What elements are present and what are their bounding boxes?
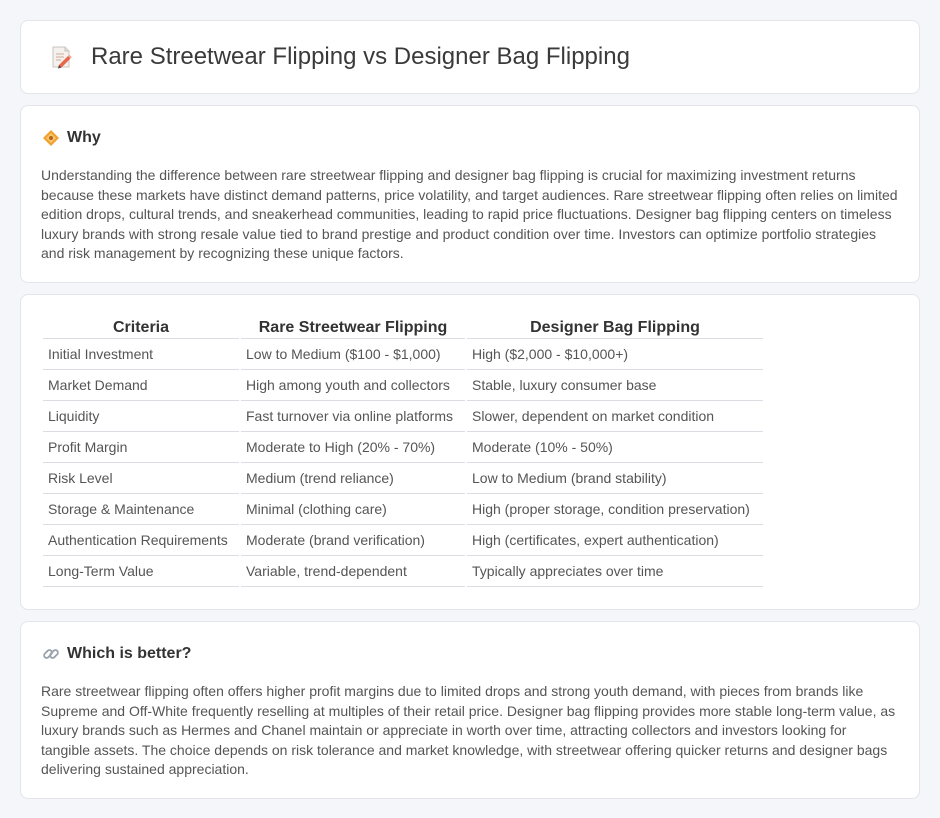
header-criteria: Criteria xyxy=(43,315,239,339)
why-section: Why Understanding the difference between… xyxy=(20,105,920,283)
criteria-cell: Risk Level xyxy=(43,463,239,494)
criteria-cell: Long-Term Value xyxy=(43,556,239,587)
streetwear-cell: Moderate to High (20% - 70%) xyxy=(241,432,465,463)
page-title: Rare Streetwear Flipping vs Designer Bag… xyxy=(91,43,630,70)
why-text: Understanding the difference between rar… xyxy=(41,167,898,262)
designer-bag-cell: Stable, luxury consumer base xyxy=(467,370,763,401)
designer-bag-cell: Typically appreciates over time xyxy=(467,556,763,587)
table-row: Long-Term Value Variable, trend-dependen… xyxy=(43,556,763,587)
why-header: Why xyxy=(41,128,899,148)
criteria-cell: Initial Investment xyxy=(43,339,239,370)
designer-bag-cell: Low to Medium (brand stability) xyxy=(467,463,763,494)
comparison-table: Criteria Rare Streetwear Flipping Design… xyxy=(41,315,765,587)
title-card: Rare Streetwear Flipping vs Designer Bag… xyxy=(20,20,920,94)
criteria-cell: Authentication Requirements xyxy=(43,525,239,556)
streetwear-cell: Medium (trend reliance) xyxy=(241,463,465,494)
designer-bag-cell: Moderate (10% - 50%) xyxy=(467,432,763,463)
streetwear-cell: Variable, trend-dependent xyxy=(241,556,465,587)
diamond-orange-icon xyxy=(41,128,61,148)
streetwear-cell: Moderate (brand verification) xyxy=(241,525,465,556)
designer-bag-cell: High ($2,000 - $10,000+) xyxy=(467,339,763,370)
why-title: Why xyxy=(67,129,101,146)
link-icon xyxy=(41,644,61,664)
header-designer-bag: Designer Bag Flipping xyxy=(467,315,763,339)
comparison-card: Criteria Rare Streetwear Flipping Design… xyxy=(20,294,920,610)
streetwear-cell: Low to Medium ($100 - $1,000) xyxy=(241,339,465,370)
designer-bag-cell: High (certificates, expert authenticatio… xyxy=(467,525,763,556)
table-row: Initial Investment Low to Medium ($100 -… xyxy=(43,339,763,370)
table-row: Liquidity Fast turnover via online platf… xyxy=(43,401,763,432)
designer-bag-cell: High (proper storage, condition preserva… xyxy=(467,494,763,525)
better-text: Rare streetwear flipping often offers hi… xyxy=(41,683,896,778)
table-row: Authentication Requirements Moderate (br… xyxy=(43,525,763,556)
criteria-cell: Market Demand xyxy=(43,370,239,401)
designer-bag-cell: Slower, dependent on market condition xyxy=(467,401,763,432)
criteria-cell: Profit Margin xyxy=(43,432,239,463)
table-row: Storage & Maintenance Minimal (clothing … xyxy=(43,494,763,525)
table-row: Profit Margin Moderate to High (20% - 70… xyxy=(43,432,763,463)
better-header: Which is better? xyxy=(41,644,899,664)
header-streetwear: Rare Streetwear Flipping xyxy=(241,315,465,339)
table-row: Risk Level Medium (trend reliance) Low t… xyxy=(43,463,763,494)
criteria-cell: Liquidity xyxy=(43,401,239,432)
criteria-cell: Storage & Maintenance xyxy=(43,494,239,525)
table-row: Market Demand High among youth and colle… xyxy=(43,370,763,401)
better-title: Which is better? xyxy=(67,645,192,662)
table-header-row: Criteria Rare Streetwear Flipping Design… xyxy=(43,315,763,339)
streetwear-cell: Minimal (clothing care) xyxy=(241,494,465,525)
streetwear-cell: High among youth and collectors xyxy=(241,370,465,401)
streetwear-cell: Fast turnover via online platforms xyxy=(241,401,465,432)
memo-pencil-icon xyxy=(45,41,77,73)
which-is-better-section: Which is better? Rare streetwear flippin… xyxy=(20,621,920,799)
